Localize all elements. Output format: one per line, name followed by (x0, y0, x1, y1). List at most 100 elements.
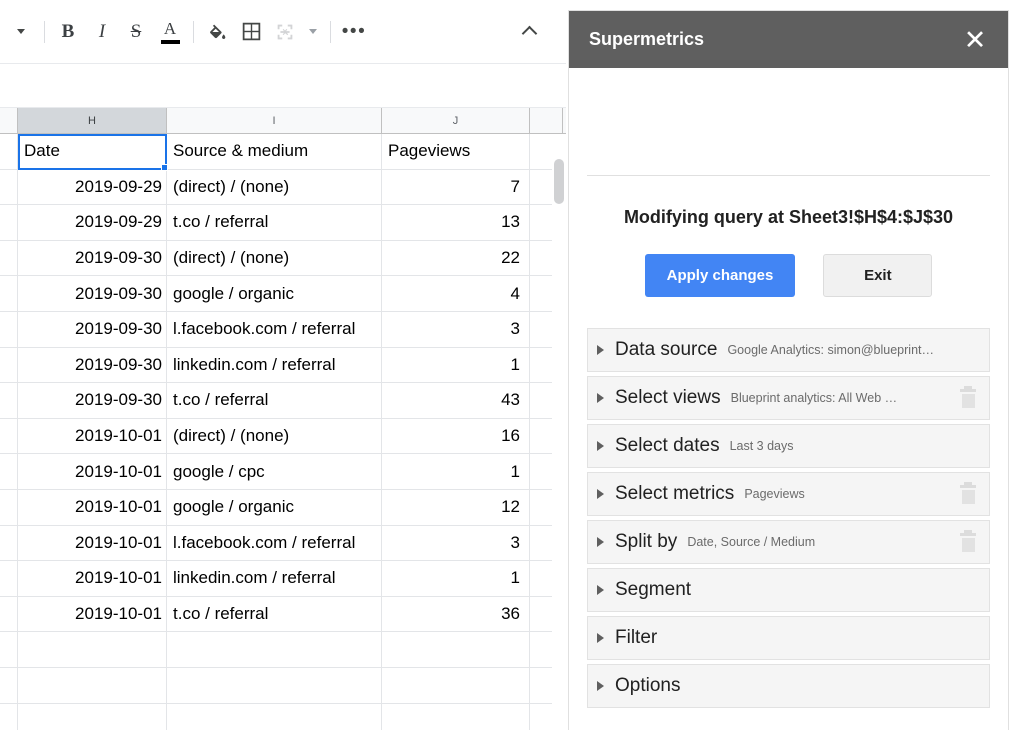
table-row[interactable]: 2019-10-01t.co / referral36 (0, 597, 566, 633)
exit-button[interactable]: Exit (823, 254, 932, 297)
cell-source-medium[interactable]: google / organic (167, 490, 382, 525)
table-row[interactable]: 2019-09-30linkedin.com / referral1 (0, 348, 566, 384)
row-header[interactable] (0, 490, 18, 525)
column-header-I[interactable]: I (167, 108, 382, 133)
table-row[interactable]: 2019-09-30t.co / referral43 (0, 383, 566, 419)
cell-pageviews[interactable]: 1 (382, 454, 530, 489)
row-header[interactable] (0, 704, 18, 730)
cell-date[interactable]: 2019-09-29 (18, 205, 167, 240)
cell-pageviews-header[interactable]: Pageviews (382, 134, 530, 169)
cell-empty[interactable] (167, 668, 382, 703)
more-options-button[interactable]: ••• (337, 15, 371, 49)
cell-pageviews[interactable]: 7 (382, 170, 530, 205)
cell-empty[interactable] (382, 632, 530, 667)
cell-source-medium[interactable]: t.co / referral (167, 383, 382, 418)
cell-source-medium[interactable]: google / cpc (167, 454, 382, 489)
cell-pageviews[interactable]: 3 (382, 312, 530, 347)
text-color-button[interactable]: A (153, 15, 187, 49)
cell-date[interactable]: 2019-09-30 (18, 241, 167, 276)
cell-source-header[interactable]: Source & medium (167, 134, 382, 169)
row-header[interactable] (0, 632, 18, 667)
formula-bar-strip[interactable] (0, 63, 566, 81)
cell-pageviews[interactable]: 4 (382, 276, 530, 311)
cell-source-medium[interactable]: (direct) / (none) (167, 419, 382, 454)
cell-empty[interactable] (382, 704, 530, 730)
section-filter[interactable]: Filter (587, 616, 990, 660)
cell-pageviews[interactable]: 3 (382, 526, 530, 561)
close-icon[interactable]: ✕ (962, 30, 988, 50)
cell-source-medium[interactable]: l.facebook.com / referral (167, 312, 382, 347)
scrollbar-thumb[interactable] (554, 159, 564, 204)
cell-date[interactable]: 2019-10-01 (18, 419, 167, 454)
cell-empty[interactable] (18, 668, 167, 703)
row-header[interactable] (0, 170, 18, 205)
fill-handle[interactable] (161, 164, 168, 171)
strikethrough-button[interactable]: S (119, 15, 153, 49)
row-header[interactable] (0, 241, 18, 276)
cell-pageviews[interactable]: 1 (382, 348, 530, 383)
section-split-by[interactable]: Split byDate, Source / Medium (587, 520, 990, 564)
cell-source-medium[interactable]: (direct) / (none) (167, 170, 382, 205)
table-row[interactable]: 2019-09-29t.co / referral13 (0, 205, 566, 241)
borders-icon[interactable] (234, 15, 268, 49)
fill-color-icon[interactable] (200, 15, 234, 49)
cell-pageviews[interactable]: 13 (382, 205, 530, 240)
table-row[interactable]: 2019-10-01google / organic12 (0, 490, 566, 526)
table-row[interactable]: 2019-09-29(direct) / (none)7 (0, 170, 566, 206)
merge-cells-icon[interactable] (268, 15, 302, 49)
row-header[interactable] (0, 561, 18, 596)
row-header[interactable] (0, 668, 18, 703)
row-header[interactable] (0, 348, 18, 383)
column-header-J[interactable]: J (382, 108, 530, 133)
cell-date-header[interactable]: Date (18, 134, 167, 169)
row-header[interactable] (0, 454, 18, 489)
italic-button[interactable]: I (85, 15, 119, 49)
row-header[interactable] (0, 597, 18, 632)
section-data-source[interactable]: Data sourceGoogle Analytics: simon@bluep… (587, 328, 990, 372)
cell-empty[interactable] (167, 632, 382, 667)
table-row-empty[interactable] (0, 704, 566, 730)
cell-pageviews[interactable]: 12 (382, 490, 530, 525)
column-header-K[interactable] (530, 108, 563, 133)
collapse-toolbar-button[interactable] (512, 15, 546, 49)
table-row[interactable]: 2019-09-30l.facebook.com / referral3 (0, 312, 566, 348)
cell-pageviews[interactable]: 22 (382, 241, 530, 276)
row-header[interactable] (0, 419, 18, 454)
row-header[interactable] (0, 134, 18, 169)
trash-icon[interactable] (959, 532, 977, 552)
section-select-views[interactable]: Select viewsBlueprint analytics: All Web… (587, 376, 990, 420)
cell-date[interactable]: 2019-10-01 (18, 526, 167, 561)
row-header[interactable] (0, 526, 18, 561)
cell-empty[interactable] (18, 704, 167, 730)
cell-date[interactable]: 2019-09-29 (18, 170, 167, 205)
cell-date[interactable]: 2019-10-01 (18, 454, 167, 489)
corner-select-all[interactable] (0, 108, 18, 133)
cell-date[interactable]: 2019-09-30 (18, 276, 167, 311)
cell-pageviews[interactable]: 16 (382, 419, 530, 454)
table-row[interactable]: 2019-10-01linkedin.com / referral1 (0, 561, 566, 597)
cell-source-medium[interactable]: t.co / referral (167, 205, 382, 240)
column-header-H[interactable]: H (18, 108, 167, 133)
table-row[interactable]: 2019-10-01google / cpc1 (0, 454, 566, 490)
cell-source-medium[interactable]: linkedin.com / referral (167, 348, 382, 383)
apply-changes-button[interactable]: Apply changes (645, 254, 796, 297)
cell-empty[interactable] (18, 632, 167, 667)
trash-icon[interactable] (959, 388, 977, 408)
cell-date[interactable]: 2019-10-01 (18, 561, 167, 596)
cell-pageviews[interactable]: 36 (382, 597, 530, 632)
cell-date[interactable]: 2019-09-30 (18, 348, 167, 383)
font-size-dropdown-icon[interactable] (4, 15, 38, 49)
cell-source-medium[interactable]: (direct) / (none) (167, 241, 382, 276)
row-header[interactable] (0, 312, 18, 347)
cell-source-medium[interactable]: l.facebook.com / referral (167, 526, 382, 561)
section-options[interactable]: Options (587, 664, 990, 708)
cell-empty[interactable] (167, 704, 382, 730)
cell-empty[interactable] (382, 668, 530, 703)
table-row-empty[interactable] (0, 632, 566, 668)
cell-pageviews[interactable]: 43 (382, 383, 530, 418)
section-segment[interactable]: Segment (587, 568, 990, 612)
merge-cells-dropdown-icon[interactable] (302, 15, 324, 49)
table-row[interactable]: 2019-09-30google / organic4 (0, 276, 566, 312)
table-row[interactable]: 2019-09-30(direct) / (none)22 (0, 241, 566, 277)
table-row[interactable]: 2019-10-01l.facebook.com / referral3 (0, 526, 566, 562)
